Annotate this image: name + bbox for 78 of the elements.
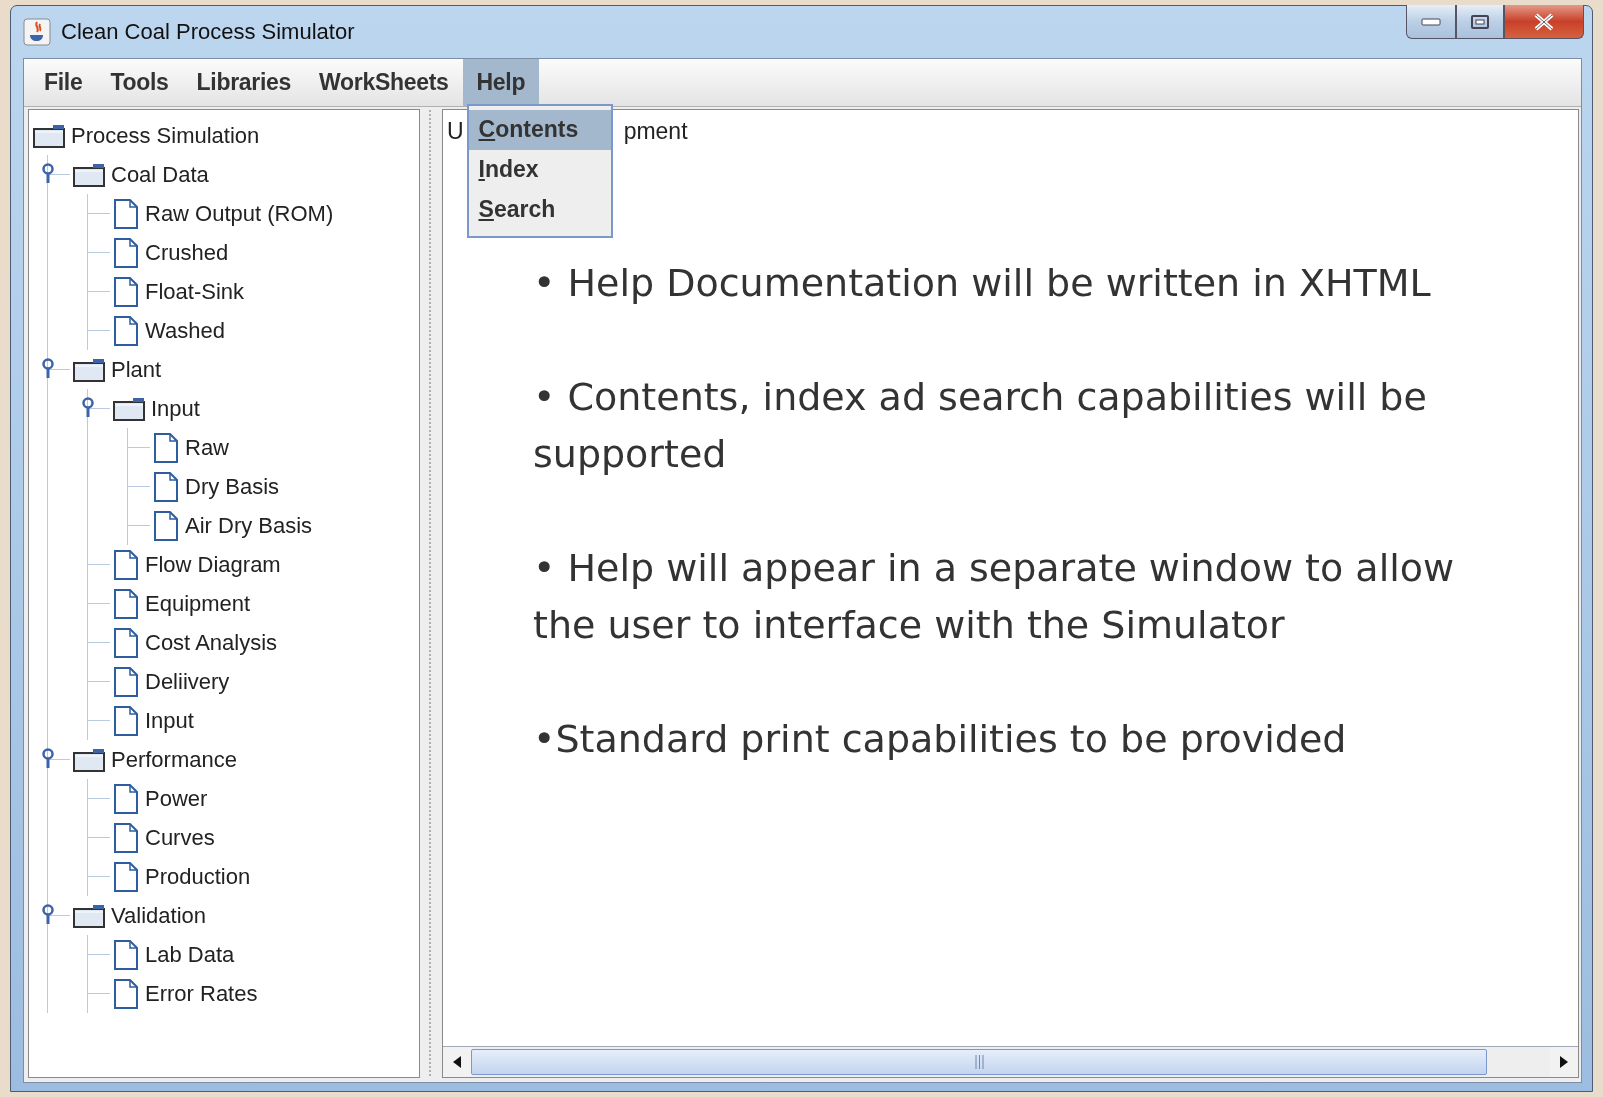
tree-item[interactable]: Flow Diagram: [145, 551, 281, 578]
heading-text: U: [447, 118, 464, 145]
menu-item[interactable]: File: [30, 59, 97, 106]
tree-item[interactable]: Curves: [145, 824, 215, 851]
document-icon: [153, 510, 179, 541]
document-icon: [113, 861, 139, 892]
tree-item[interactable]: Power: [145, 785, 208, 812]
tree-item[interactable]: Equipment: [145, 590, 251, 617]
tree-item[interactable]: Raw Output (ROM): [145, 200, 334, 227]
menu-item[interactable]: Help: [462, 59, 540, 106]
maximize-icon: [1470, 13, 1490, 30]
bullet-text: • Contents, index ad search capabilities will be supported: [533, 374, 1428, 478]
tree-item[interactable]: Lab Data: [145, 941, 235, 968]
scroll-left-icon[interactable]: [452, 1055, 462, 1069]
folder-icon: [73, 747, 105, 772]
expanded-handle-icon[interactable]: [41, 356, 55, 379]
document-icon: [113, 627, 139, 658]
menu-item[interactable]: WorkSheets: [305, 59, 463, 106]
menu-option[interactable]: Contents: [468, 110, 611, 150]
document-icon: [113, 978, 139, 1009]
tree-item[interactable]: Input: [145, 707, 194, 734]
close-icon: [1533, 12, 1555, 31]
tree-item[interactable]: Crushed: [145, 239, 229, 266]
scroll-right-icon[interactable]: [1559, 1055, 1569, 1069]
tree-item[interactable]: Coal Data: [111, 161, 209, 188]
folder-icon: [33, 123, 65, 148]
document-icon: [113, 822, 139, 853]
expanded-handle-icon[interactable]: [41, 902, 55, 925]
tree-item[interactable]: Cost Analysis: [145, 629, 278, 656]
tree-item[interactable]: Input: [151, 395, 200, 422]
menu-option[interactable]: Search: [468, 190, 611, 230]
tree-item[interactable]: Process Simulation: [71, 122, 260, 149]
menu-item[interactable]: Tools: [96, 59, 183, 106]
app-icon: [23, 18, 51, 46]
folder-icon: [73, 357, 105, 382]
folder-icon: [113, 396, 145, 421]
document-icon: [113, 237, 139, 268]
tree-item[interactable]: Plant: [111, 356, 162, 383]
folder-icon: [73, 903, 105, 928]
scroll-thumb[interactable]: [471, 1049, 1488, 1075]
bullet-text: • Help will appear in a separate window to allow the user to interface with the Simulator: [533, 545, 1456, 649]
tree-item[interactable]: Error Rates: [145, 980, 258, 1007]
tree-item[interactable]: Raw: [185, 434, 229, 461]
minimize-icon: [1421, 17, 1441, 26]
menu-option[interactable]: Index: [468, 150, 611, 190]
tree-item[interactable]: Production: [145, 863, 251, 890]
horizontal-scrollbar[interactable]: [443, 1046, 1578, 1077]
heading-text: pment: [623, 118, 688, 145]
folder-icon: [73, 162, 105, 187]
tree-item[interactable]: Air Dry Basis: [185, 512, 313, 539]
document-icon: [113, 705, 139, 736]
tree-item[interactable]: Washed: [145, 317, 225, 344]
document-icon: [153, 471, 179, 502]
document-icon: [113, 588, 139, 619]
tree-item[interactable]: Float-Sink: [145, 278, 245, 305]
bullet-text: • Help Documentation will be written in XHTML: [533, 260, 1432, 307]
tree-item[interactable]: Dry Basis: [185, 473, 280, 500]
document-icon: [113, 276, 139, 307]
document-icon: [113, 315, 139, 346]
tree-item[interactable]: Performance: [111, 746, 237, 773]
minimize-button[interactable]: [1406, 5, 1456, 39]
expanded-handle-icon[interactable]: [81, 395, 95, 418]
grip-icon: [974, 1055, 984, 1069]
close-button[interactable]: [1504, 5, 1584, 39]
maximize-button[interactable]: [1456, 5, 1504, 39]
document-icon: [113, 666, 139, 697]
document-icon: [113, 783, 139, 814]
window-title: Clean Coal Process Simulator: [61, 19, 355, 45]
menu-item[interactable]: Libraries: [182, 59, 305, 106]
document-icon: [113, 198, 139, 229]
bullet-text: •Standard print capabilities to be provided: [533, 716, 1348, 763]
expanded-handle-icon[interactable]: [41, 746, 55, 769]
expanded-handle-icon[interactable]: [41, 161, 55, 184]
tree-item[interactable]: Validation: [111, 902, 206, 929]
document-icon: [113, 939, 139, 970]
document-icon: [113, 549, 139, 580]
tree-item[interactable]: Deliivery: [145, 668, 230, 695]
document-icon: [153, 432, 179, 463]
